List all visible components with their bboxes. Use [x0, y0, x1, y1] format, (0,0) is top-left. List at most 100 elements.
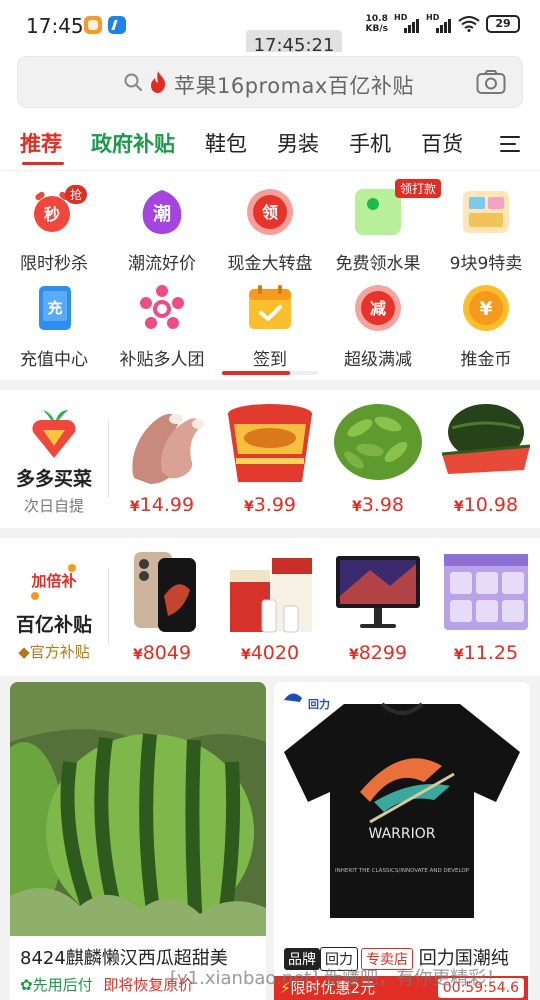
instant-noodles-image	[222, 398, 318, 488]
svg-text:潮: 潮	[153, 204, 171, 225]
tab-phones[interactable]: 手机	[349, 128, 391, 158]
subsidy-product-moutai[interactable]: ¥4020	[216, 538, 324, 676]
trend-icon: 潮	[137, 187, 187, 237]
subsidy-product-monitor[interactable]: ¥8299	[324, 538, 432, 676]
pay-later-tag: ✿先用后付	[20, 976, 93, 994]
product-price: ¥3.98	[351, 494, 405, 516]
grocery-header[interactable]: 多多买菜 次日自提	[0, 390, 108, 528]
product-price: ¥14.99	[129, 494, 195, 516]
svg-text:充: 充	[47, 299, 62, 317]
active-tab-underline	[22, 162, 64, 165]
svg-text:INHERIT THE CLASSICS/INNOVATE: INHERIT THE CLASSICS/INNOVATE AND DEVELO…	[335, 868, 470, 874]
camera-icon[interactable]	[476, 69, 506, 95]
product-price: ¥4020	[240, 642, 300, 664]
subsidy-header[interactable]: 加倍补 百亿补贴 ◆官方补贴	[0, 538, 108, 676]
wifi-icon	[458, 16, 480, 32]
grocery-product-noodles[interactable]: ¥3.99	[216, 390, 324, 528]
iphone-image	[114, 546, 210, 636]
tab-shoes-bags[interactable]: 鞋包	[205, 128, 247, 158]
feed-card-watermelon[interactable]: 8424麒麟懒汉西瓜超甜美 ✿先用后付 即将恢复原价	[10, 682, 266, 1000]
subsidy-section[interactable]: 加倍补 百亿补贴 ◆官方补贴 ¥8049 ¥4020 ¥8299 ¥11.25	[0, 538, 540, 676]
diamond-icon: ◆	[18, 643, 30, 661]
status-time: 17:45	[26, 14, 84, 38]
svg-text:WARRIOR: WARRIOR	[369, 826, 436, 842]
category-9-9-sale[interactable]: 9块9特卖	[432, 187, 540, 274]
signal-icon: HD	[394, 13, 420, 33]
category-super-discount[interactable]: 减 超级满减	[324, 283, 432, 370]
pork-ribs-image	[114, 398, 210, 488]
product-price: ¥8299	[348, 642, 408, 664]
check-circle-icon: ✿	[20, 976, 33, 994]
category-check-in[interactable]: 签到	[216, 283, 324, 370]
menu-icon[interactable]	[500, 136, 520, 152]
category-cash-wheel[interactable]: 领 现金大转盘	[216, 187, 324, 274]
grocery-section[interactable]: 多多买菜 次日自提 ¥14.99 ¥3.99 ¥3.98 ¥10.98	[0, 390, 540, 528]
battery-icon: 29	[486, 15, 520, 33]
svg-text:领: 领	[262, 203, 278, 222]
tissue-pack-image	[438, 546, 534, 636]
subsidy-product-tissue[interactable]: ¥11.25	[432, 538, 540, 676]
watermark: [y1.xianbao.net] 新赚吧，有你更精彩！	[170, 968, 505, 989]
category-scroll-indicator	[222, 371, 318, 375]
edamame-image	[330, 398, 426, 488]
shop-icon	[461, 187, 511, 237]
phone-recharge-icon: 充	[29, 283, 79, 333]
group-icon	[137, 283, 187, 333]
grocery-product-ribs[interactable]: ¥14.99	[108, 390, 216, 528]
product-price: ¥11.25	[453, 642, 519, 664]
search-icon	[124, 73, 142, 91]
product-price: ¥8049	[132, 642, 192, 664]
subsidy-product-iphone[interactable]: ¥8049	[108, 538, 216, 676]
header: 苹果16promax百亿补贴 推荐 政府补贴 鞋包 男装 手机 百货	[0, 52, 540, 170]
fruit-icon: 领打款	[353, 179, 442, 237]
category-free-fruit[interactable]: 领打款 免费领水果	[324, 179, 442, 274]
coin-icon: ¥	[461, 283, 511, 333]
double-subsidy-badge: 加倍补	[27, 558, 81, 606]
product-feed: 8424麒麟懒汉西瓜超甜美 ✿先用后付 即将恢复原价 WARRIOR INHER…	[0, 676, 540, 1000]
svg-text:¥: ¥	[479, 298, 492, 320]
tab-general[interactable]: 百货	[421, 128, 463, 158]
tshirt-photo: WARRIOR INHERIT THE CLASSICS/INNOVATE AN…	[274, 682, 530, 936]
alarm-clock-icon: 秒 抢	[29, 185, 88, 237]
hot-flame-icon	[151, 71, 166, 93]
search-input[interactable]: 苹果16promax百亿补贴	[17, 56, 523, 108]
lucky-wheel-icon: 领	[245, 187, 295, 237]
category-group-buy[interactable]: 补贴多人团	[108, 283, 216, 370]
watermelon-image	[438, 398, 534, 488]
huili-logo-text: 回力	[308, 698, 330, 711]
subsidy-title: 百亿补贴	[15, 614, 92, 636]
product-price: ¥10.98	[453, 494, 519, 516]
tab-recommend[interactable]: 推荐	[20, 128, 62, 158]
grocery-product-edamame[interactable]: ¥3.98	[324, 390, 432, 528]
net-speed: 10.8 KB/s	[365, 14, 388, 34]
feed-card-tags: ✿先用后付 即将恢复原价	[20, 974, 193, 995]
grocery-product-watermelon[interactable]: ¥10.98	[432, 390, 540, 528]
svg-text:减: 减	[370, 299, 386, 318]
calendar-check-icon	[245, 283, 295, 333]
moutai-liquor-image	[222, 546, 318, 636]
monitor-image	[330, 546, 426, 636]
category-push-coins[interactable]: ¥ 推金币	[432, 283, 540, 370]
category-grid: 秒 抢 限时秒杀 潮 潮流好价 领 现金大转盘 领打款 免费领水果 9块9特卖 …	[0, 170, 540, 380]
discount-icon: 减	[353, 283, 403, 333]
category-recharge[interactable]: 充 充值中心	[0, 283, 108, 370]
signal-icon-2: HD	[426, 13, 452, 33]
feed-card-tshirt[interactable]: WARRIOR INHERIT THE CLASSICS/INNOVATE AN…	[274, 682, 530, 1000]
watermelon-photo	[10, 682, 266, 936]
subsidy-subtitle: ◆官方补贴	[18, 643, 90, 661]
tab-gov-subsidy[interactable]: 政府补贴	[91, 128, 175, 158]
grab-badge: 抢	[65, 185, 88, 204]
grocery-title: 多多买菜	[15, 468, 92, 490]
notification-app-icon-2	[108, 16, 126, 34]
product-price: ¥3.99	[243, 494, 297, 516]
notification-app-icon	[84, 16, 102, 34]
grocery-subtitle: 次日自提	[23, 497, 84, 515]
search-placeholder: 苹果16promax百亿补贴	[174, 74, 414, 98]
tab-menswear[interactable]: 男装	[277, 128, 319, 158]
status-indicators: 10.8 KB/s HD HD 29	[365, 13, 520, 34]
carrot-logo-icon	[27, 406, 81, 460]
svg-text:秒: 秒	[44, 205, 60, 224]
svg-text:加倍补: 加倍补	[30, 572, 76, 590]
category-trend-deals[interactable]: 潮 潮流好价	[108, 187, 216, 274]
category-flash-sale[interactable]: 秒 抢 限时秒杀	[0, 185, 108, 274]
